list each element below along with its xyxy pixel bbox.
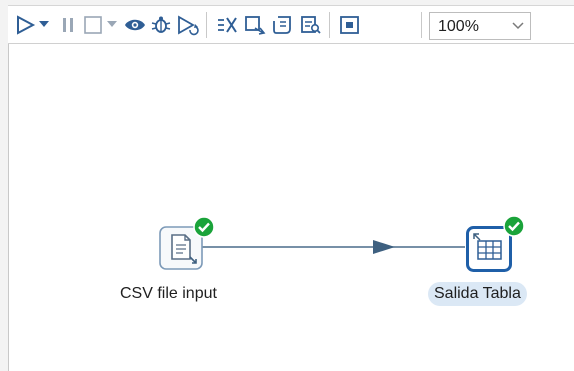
check-icon [193,216,215,238]
sql-script-icon[interactable] [271,14,295,36]
step-label-salida-tabla[interactable]: Salida Tabla [428,282,527,306]
zoom-value: 100% [438,18,479,35]
toolbar-separator [206,12,207,38]
results-panel-icon[interactable] [338,14,362,36]
bug-icon[interactable] [150,14,172,36]
explore-db-icon[interactable] [299,14,323,36]
transformation-canvas[interactable]: CSV file input Salida Tabla [9,44,574,371]
chevron-down-icon [512,22,524,30]
check-icon [503,215,525,237]
step-label-csv-file-input[interactable]: CSV file input [120,285,217,303]
hop-arrow[interactable] [9,44,574,371]
zoom-select[interactable]: 100% [429,12,531,40]
dropdown-arrow-icon[interactable] [38,19,50,29]
stop-icon[interactable] [82,14,104,36]
dropdown-arrow-icon[interactable] [106,19,118,29]
replay-icon[interactable] [176,14,200,36]
verify-icon[interactable] [215,14,239,36]
toolbar-separator [421,12,422,38]
left-panel-edge [0,0,9,371]
eye-icon[interactable] [123,14,147,36]
impact-icon[interactable] [243,14,267,36]
transformation-toolbar: 100% [8,6,574,44]
toolbar-separator [329,12,330,38]
play-icon[interactable] [14,14,36,36]
pause-icon[interactable] [60,14,76,36]
